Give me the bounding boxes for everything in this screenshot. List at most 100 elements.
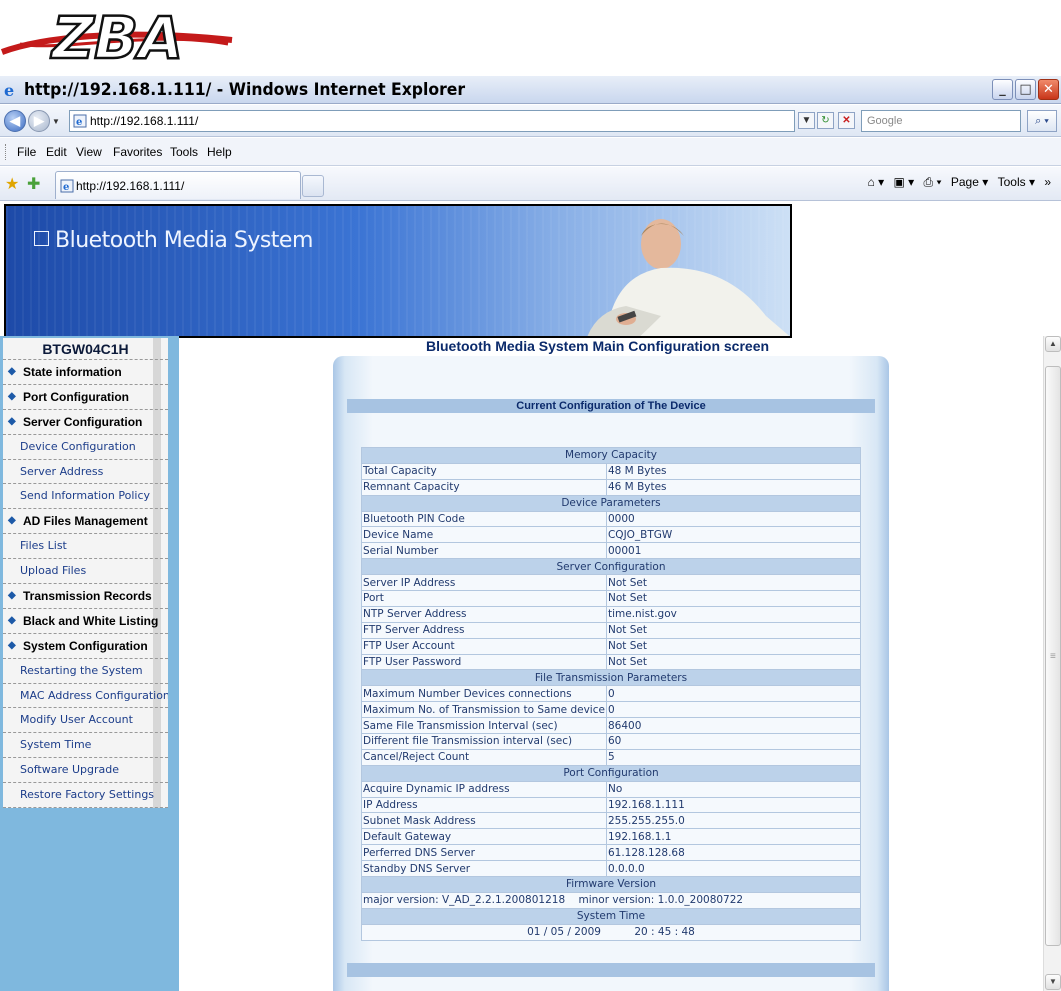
refresh-icon[interactable]: ↻ bbox=[817, 112, 834, 129]
table-row: Maximum No. of Transmission to Same devi… bbox=[361, 701, 862, 719]
sidebar-item-black-and-white-listing[interactable]: Black and White Listing bbox=[3, 608, 168, 634]
field-label: Subnet Mask Address bbox=[361, 812, 607, 830]
section-header: Firmware Version bbox=[361, 876, 861, 893]
menu-edit[interactable]: Edit bbox=[46, 145, 67, 159]
field-label: Acquire Dynamic IP address bbox=[361, 780, 607, 798]
field-value: Not Set bbox=[605, 653, 862, 671]
field-value: 5 bbox=[605, 748, 862, 766]
table-row: Cancel/Reject Count 5 bbox=[361, 748, 862, 766]
add-favorites-icon[interactable]: ✚ bbox=[27, 174, 40, 194]
panel-footer-bar bbox=[347, 963, 875, 977]
sidebar-item-restore-factory-settings[interactable]: Restore Factory Settings bbox=[3, 783, 168, 809]
sidebar-item-device-configuration[interactable]: Device Configuration bbox=[3, 434, 168, 460]
sidebar-item-state-information[interactable]: State information bbox=[3, 360, 168, 385]
field-label: Perferred DNS Server bbox=[361, 844, 607, 862]
menu-favorites[interactable]: Favorites bbox=[113, 145, 162, 159]
sidebar-item-upload-files[interactable]: Upload Files bbox=[3, 559, 168, 585]
section-header: Memory Capacity bbox=[361, 447, 861, 464]
sidebar-item-port-configuration[interactable]: Port Configuration bbox=[3, 384, 168, 410]
table-row: FTP Server Address Not Set bbox=[361, 621, 862, 639]
banner-person-photo bbox=[587, 219, 790, 336]
history-dropdown-icon[interactable]: ▼ bbox=[52, 117, 60, 126]
sidebar-item-ad-files-management[interactable]: AD Files Management bbox=[3, 509, 168, 535]
scroll-up-icon[interactable]: ▲ bbox=[1045, 336, 1061, 352]
table-row: Same File Transmission Interval (sec) 864… bbox=[361, 717, 862, 735]
table-row: Total Capacity 48 M Bytes bbox=[361, 462, 862, 480]
sidebar-item-mac-address-configuration[interactable]: MAC Address Configuration bbox=[3, 683, 168, 709]
minimize-button[interactable]: _ bbox=[992, 79, 1013, 100]
field-label: Total Capacity bbox=[361, 462, 607, 480]
search-input[interactable]: Google bbox=[861, 110, 1021, 132]
table-row: Different file Transmission interval (se… bbox=[361, 733, 862, 750]
banner: Bluetooth Media System bbox=[4, 204, 792, 338]
sidebar-item-server-configuration[interactable]: Server Configuration bbox=[3, 409, 168, 435]
address-input[interactable]: e http://192.168.1.111/ bbox=[69, 110, 795, 132]
section-header: System Time bbox=[361, 907, 861, 925]
field-label: Remnant Capacity bbox=[361, 478, 607, 496]
sidebar-item-modify-user-account[interactable]: Modify User Account bbox=[3, 708, 168, 734]
new-tab-button[interactable] bbox=[302, 175, 324, 197]
table-row: Serial Number 00001 bbox=[361, 542, 862, 560]
sidebar-item-transmission-records[interactable]: Transmission Records bbox=[3, 584, 168, 609]
field-label: FTP User Account bbox=[361, 637, 607, 655]
home-icon[interactable]: ⌂ ▾ bbox=[868, 175, 885, 189]
menu-bar: File Edit View Favorites Tools Help bbox=[0, 138, 1061, 166]
field-value: time.nist.gov bbox=[605, 605, 862, 623]
menu-file[interactable]: File bbox=[17, 145, 36, 159]
scroll-thumb[interactable] bbox=[1045, 366, 1061, 946]
table-row: FTP User Password Not Set bbox=[361, 653, 862, 671]
sidebar-item-server-address[interactable]: Server Address bbox=[3, 459, 168, 485]
close-button[interactable]: ✕ bbox=[1038, 79, 1059, 100]
page-menu[interactable]: Page ▾ bbox=[951, 175, 988, 189]
table-row: Server IP Address Not Set bbox=[361, 574, 862, 592]
maximize-button[interactable]: □ bbox=[1015, 79, 1036, 100]
menu-help[interactable]: Help bbox=[207, 145, 232, 159]
feeds-icon[interactable]: ▣ ▾ bbox=[893, 175, 914, 189]
tools-menu[interactable]: Tools ▾ bbox=[998, 175, 1035, 189]
tab-label: http://192.168.1.111/ bbox=[76, 179, 185, 193]
toolbar-overflow-icon[interactable]: » bbox=[1044, 175, 1051, 189]
vertical-scrollbar[interactable]: ▲ ▼ bbox=[1043, 336, 1061, 991]
sidebar-item-system-configuration[interactable]: System Configuration bbox=[3, 633, 168, 659]
back-button[interactable]: ◀ bbox=[4, 110, 26, 132]
sidebar-item-files-list[interactable]: Files List bbox=[3, 534, 168, 560]
field-label: NTP Server Address bbox=[361, 605, 607, 623]
sidebar-item-software-upgrade[interactable]: Software Upgrade bbox=[3, 758, 168, 784]
scroll-down-icon[interactable]: ▼ bbox=[1045, 974, 1061, 990]
sidebar-item-system-time[interactable]: System Time bbox=[3, 733, 168, 759]
print-icon[interactable]: ⎙ ▾ bbox=[924, 175, 942, 189]
table-row: 01 / 05 / 2009 20 : 45 : 48 bbox=[361, 923, 861, 941]
table-row: FTP User Account Not Set bbox=[361, 637, 862, 655]
field-label: Maximum No. of Transmission to Same devi… bbox=[361, 701, 607, 719]
field-value: 0 bbox=[605, 701, 862, 719]
menu-tools[interactable]: Tools bbox=[170, 145, 198, 159]
system-time: 01 / 05 / 2009 20 : 45 : 48 bbox=[361, 923, 861, 941]
field-label: Server IP Address bbox=[361, 574, 607, 592]
search-button[interactable]: ⌕ ▾ bbox=[1027, 110, 1057, 132]
toolbar-grip bbox=[5, 144, 8, 160]
address-dropdown-icon[interactable]: ▼ bbox=[798, 112, 815, 129]
field-value: 192.168.1.111 bbox=[605, 796, 862, 814]
field-label: Serial Number bbox=[361, 542, 607, 560]
field-value: No bbox=[605, 780, 862, 798]
table-row: Standby DNS Server 0.0.0.0 bbox=[361, 860, 862, 878]
field-value: 48 M Bytes bbox=[605, 462, 862, 480]
panel-title: Current Configuration of The Device bbox=[347, 399, 875, 413]
field-value: Not Set bbox=[605, 574, 862, 592]
favorites-star-icon[interactable]: ★ bbox=[5, 174, 19, 194]
table-row: IP Address 192.168.1.111 bbox=[361, 796, 862, 814]
browser-tab[interactable]: e http://192.168.1.111/ bbox=[55, 171, 301, 199]
menu-view[interactable]: View bbox=[76, 145, 102, 159]
field-value: 86400 bbox=[605, 717, 862, 735]
table-row: Remnant Capacity 46 M Bytes bbox=[361, 478, 862, 496]
stop-icon[interactable]: ✕ bbox=[838, 112, 855, 129]
table-row: Acquire Dynamic IP address No bbox=[361, 780, 862, 798]
svg-text:e: e bbox=[4, 82, 14, 98]
forward-button[interactable]: ▶ bbox=[28, 110, 50, 132]
field-value: Not Set bbox=[605, 637, 862, 655]
field-value: 00001 bbox=[605, 542, 862, 560]
sidebar-item-restarting-the-system[interactable]: Restarting the System bbox=[3, 658, 168, 684]
sidebar-menu: BTGW04C1H State information Port Configu… bbox=[3, 338, 168, 809]
field-label: Device Name bbox=[361, 526, 607, 544]
sidebar-item-send-information-policy[interactable]: Send Information Policy bbox=[3, 484, 168, 510]
